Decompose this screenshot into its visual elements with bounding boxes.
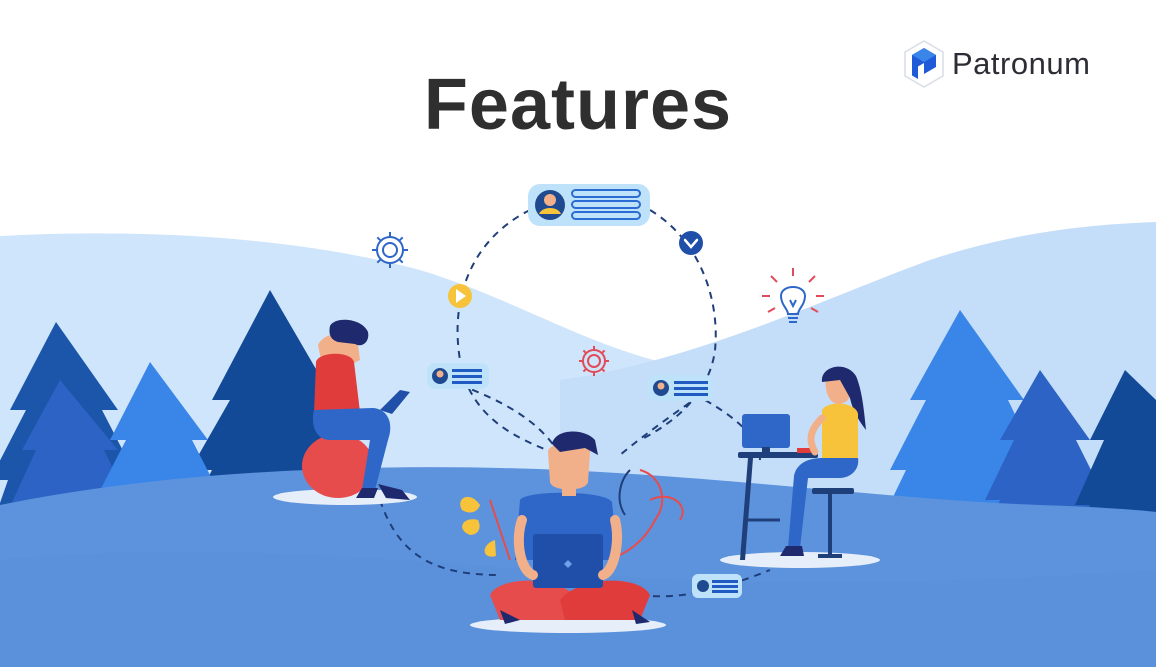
features-banner: Features Patronum: [0, 0, 1156, 667]
chat-bubble-top: [528, 184, 650, 226]
patronum-logo-icon: [904, 40, 944, 88]
play-icon: [448, 284, 472, 308]
brand-name: Patronum: [952, 46, 1091, 81]
chevron-down-icon: [679, 231, 703, 255]
chat-bubble-left: [427, 363, 489, 389]
brand-logo[interactable]: Patronum: [902, 38, 1090, 90]
chat-bubble-bottom: [692, 574, 742, 598]
chat-bubble-right: [648, 375, 714, 401]
gear-icon: [372, 232, 408, 268]
